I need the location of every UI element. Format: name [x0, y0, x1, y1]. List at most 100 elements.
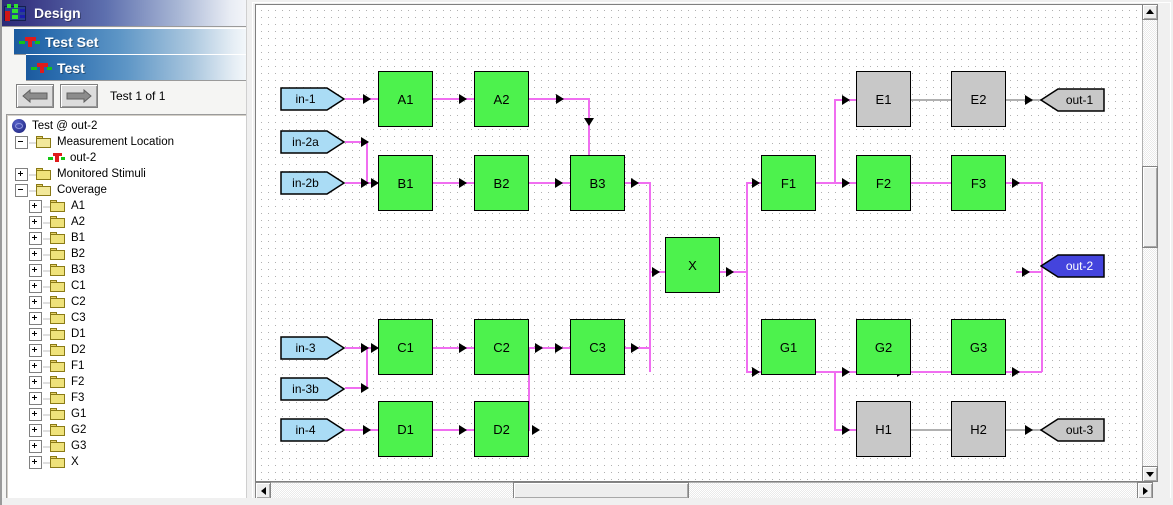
tree-item-g3[interactable]: G3 — [7, 438, 247, 454]
diagram-block-c1[interactable]: C1 — [378, 319, 433, 375]
tree-item-label: C2 — [71, 296, 86, 308]
diagram-block-c2[interactable]: C2 — [474, 319, 529, 375]
tree-item-out-2[interactable]: out-2 — [7, 150, 247, 166]
expand-icon[interactable] — [29, 327, 42, 341]
tree-item-coverage[interactable]: Coverage — [7, 182, 247, 198]
collapse-icon[interactable] — [15, 135, 28, 149]
expand-icon[interactable] — [29, 215, 42, 229]
expand-icon[interactable] — [29, 311, 42, 325]
expand-icon[interactable] — [29, 455, 42, 469]
vertical-scrollbar[interactable] — [1142, 4, 1158, 482]
input-terminal-in-2a[interactable]: in-2a — [280, 130, 345, 154]
diagram-block-g3[interactable]: G3 — [951, 319, 1006, 375]
scroll-right-button[interactable] — [1137, 482, 1153, 499]
tree-item-f1[interactable]: F1 — [7, 358, 247, 374]
diagram-block-f1[interactable]: F1 — [761, 155, 816, 211]
input-terminal-in-3b[interactable]: in-3b — [280, 377, 345, 401]
expand-icon[interactable] — [29, 375, 42, 389]
expand-icon[interactable] — [29, 359, 42, 373]
tree-item-c2[interactable]: C2 — [7, 294, 247, 310]
diagram-viewport[interactable]: A1 A2 B1 B2 B3 X E1 E2 F1 F2 F3 C1 C2 C3 G1 G2 G3 D1 D2 H1 H… — [255, 4, 1153, 482]
test-header[interactable]: Test — [26, 54, 250, 81]
expand-icon[interactable] — [29, 295, 42, 309]
coverage-tree[interactable]: Test @ out-2 Measurement Location out-2 Mon… — [6, 114, 248, 501]
expand-icon[interactable] — [29, 439, 42, 453]
tree-item-b3[interactable]: B3 — [7, 262, 247, 278]
tree-item-g1[interactable]: G1 — [7, 406, 247, 422]
scroll-up-button[interactable] — [1142, 4, 1158, 20]
diagram-block-g1[interactable]: G1 — [761, 319, 816, 375]
input-terminal-in-1[interactable]: in-1 — [280, 87, 345, 111]
expand-icon[interactable] — [29, 423, 42, 437]
test-set-header[interactable]: Test Set — [14, 28, 250, 55]
diagram-block-f3[interactable]: F3 — [951, 155, 1006, 211]
diagram-block-e1[interactable]: E1 — [856, 71, 911, 127]
scroll-left-button[interactable] — [255, 482, 271, 499]
tree-item-b2[interactable]: B2 — [7, 246, 247, 262]
diagram-block-g2[interactable]: G2 — [856, 319, 911, 375]
tree-item-a2[interactable]: A2 — [7, 214, 247, 230]
diagram-block-f2[interactable]: F2 — [856, 155, 911, 211]
arrowhead-icon — [752, 178, 760, 188]
expand-icon[interactable] — [29, 263, 42, 277]
next-test-button[interactable] — [60, 84, 98, 108]
diagram-canvas[interactable]: A1 A2 B1 B2 B3 X E1 E2 F1 F2 F3 C1 C2 C3 G1 G2 G3 D1 D2 H1 H… — [256, 5, 1152, 481]
prev-test-button[interactable] — [16, 84, 54, 108]
tree-item-x[interactable]: X — [7, 454, 247, 470]
diagram-block-h1[interactable]: H1 — [856, 401, 911, 457]
tree-item-monitored-stimuli[interactable]: Monitored Stimuli — [7, 166, 247, 182]
tree-item-b1[interactable]: B1 — [7, 230, 247, 246]
folder-open-icon — [36, 183, 52, 197]
diagram-block-b2[interactable]: B2 — [474, 155, 529, 211]
horizontal-scroll-thumb[interactable] — [512, 482, 689, 499]
folder-icon — [50, 327, 66, 341]
expand-icon[interactable] — [29, 391, 42, 405]
expand-icon[interactable] — [29, 231, 42, 245]
tree-item-f3[interactable]: F3 — [7, 390, 247, 406]
connection-wire — [366, 141, 368, 183]
design-header[interactable]: Design — [0, 0, 250, 27]
diagram-block-e2[interactable]: E2 — [951, 71, 1006, 127]
diagram-block-h2[interactable]: H2 — [951, 401, 1006, 457]
tree-item-label: C3 — [71, 312, 86, 324]
collapse-icon[interactable] — [15, 183, 28, 197]
diagram-block-d1[interactable]: D1 — [378, 401, 433, 457]
connection-wire — [746, 182, 748, 272]
expand-icon[interactable] — [29, 279, 42, 293]
tree-item-d2[interactable]: D2 — [7, 342, 247, 358]
expand-icon[interactable] — [29, 247, 42, 261]
output-terminal-out-3[interactable]: out-3 — [1040, 418, 1105, 442]
arrowhead-icon — [1025, 95, 1033, 105]
scroll-down-button[interactable] — [1142, 466, 1158, 482]
input-terminal-in-2b[interactable]: in-2b — [280, 171, 345, 195]
diagram-block-b1[interactable]: B1 — [378, 155, 433, 211]
diagram-block-a1[interactable]: A1 — [378, 71, 433, 127]
diagram-block-a2[interactable]: A2 — [474, 71, 529, 127]
horizontal-scrollbar[interactable] — [255, 482, 1153, 499]
input-terminal-in-3[interactable]: in-3 — [280, 336, 345, 360]
diagram-block-c3[interactable]: C3 — [570, 319, 625, 375]
input-terminal-in-4[interactable]: in-4 — [280, 418, 345, 442]
block-label: G3 — [969, 339, 988, 355]
tree-item-d1[interactable]: D1 — [7, 326, 247, 342]
tree-item-a1[interactable]: A1 — [7, 198, 247, 214]
vertical-scroll-thumb[interactable] — [1142, 165, 1158, 248]
folder-icon — [50, 295, 66, 309]
expand-icon[interactable] — [15, 167, 28, 181]
tree-item-c1[interactable]: C1 — [7, 278, 247, 294]
output-terminal-out-1[interactable]: out-1 — [1040, 88, 1105, 112]
diagram-block-d2[interactable]: D2 — [474, 401, 529, 457]
tree-root-item[interactable]: Test @ out-2 — [7, 118, 247, 134]
tree-item-c3[interactable]: C3 — [7, 310, 247, 326]
tree-item-g2[interactable]: G2 — [7, 422, 247, 438]
expand-icon[interactable] — [29, 343, 42, 357]
tree-item-f2[interactable]: F2 — [7, 374, 247, 390]
output-terminal-out-2[interactable]: out-2 — [1040, 254, 1105, 278]
expand-icon[interactable] — [29, 199, 42, 213]
diagram-block-b3[interactable]: B3 — [570, 155, 625, 211]
connection-wire — [433, 182, 474, 184]
arrowhead-icon — [631, 343, 639, 353]
diagram-block-x[interactable]: X — [665, 237, 720, 293]
tree-item-measurement-location[interactable]: Measurement Location — [7, 134, 247, 150]
expand-icon[interactable] — [29, 407, 42, 421]
